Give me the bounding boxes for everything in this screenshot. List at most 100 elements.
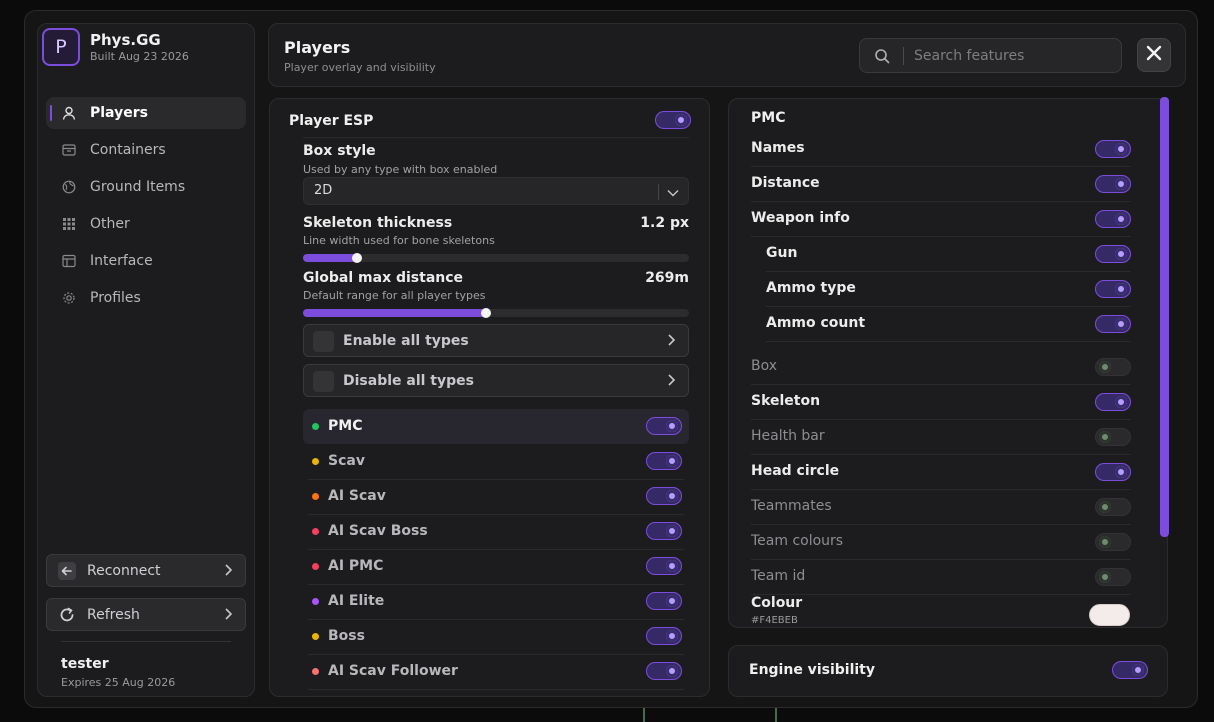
reconnect-button[interactable]: Reconnect: [46, 554, 246, 587]
pmc-option-toggle[interactable]: [1095, 140, 1131, 158]
pmc-scrollbar[interactable]: [1160, 97, 1169, 537]
divider: [751, 384, 1131, 385]
skeleton-thickness-slider[interactable]: [303, 253, 689, 263]
user-icon: [62, 106, 76, 120]
pmc-option-toggle[interactable]: [1095, 245, 1131, 263]
pmc-option-toggle[interactable]: [1095, 568, 1131, 586]
sidebar-item-interface[interactable]: Interface: [46, 245, 246, 277]
pmc-option-label: Health bar: [751, 428, 825, 444]
divider: [308, 689, 684, 690]
pmc-option-label: Names: [751, 140, 805, 156]
divider: [303, 137, 689, 138]
player-type-toggle[interactable]: [646, 662, 682, 680]
button-icon-placeholder: [313, 371, 334, 392]
player-type-label: Boss: [328, 628, 365, 644]
type-color-dot: [312, 458, 319, 465]
pmc-settings-panel: PMC Names Distance Weapon info Gun Ammo type…: [728, 98, 1168, 628]
max-distance-label: Global max distance: [303, 270, 464, 286]
app-name: Phys.GG: [90, 31, 161, 49]
pmc-option-toggle[interactable]: [1095, 358, 1131, 376]
sidebar-item-label: Other: [90, 216, 130, 232]
colour-swatch[interactable]: [1089, 604, 1130, 626]
divider: [751, 559, 1131, 560]
player-type-row[interactable]: AI Scav Follower: [303, 654, 689, 689]
player-type-toggle[interactable]: [646, 627, 682, 645]
search-input[interactable]: [914, 39, 1114, 72]
type-color-dot: [312, 493, 319, 500]
pmc-option-label: Head circle: [751, 463, 840, 479]
divider: [751, 419, 1131, 420]
pmc-option-toggle[interactable]: [1095, 280, 1131, 298]
user-info: tester Expires 25 Aug 2026: [61, 641, 231, 689]
player-type-toggle[interactable]: [646, 487, 682, 505]
pmc-option-toggle[interactable]: [1095, 428, 1131, 446]
background-line: [643, 708, 645, 722]
box-style-select[interactable]: 2D: [303, 177, 689, 205]
player-type-label: Scav: [328, 453, 365, 469]
globe-icon: [62, 180, 76, 194]
engine-visibility-toggle[interactable]: [1112, 661, 1148, 679]
divider: [766, 271, 1131, 272]
sidebar-item-containers[interactable]: Containers: [46, 134, 246, 166]
player-type-label: AI Scav Boss: [328, 523, 428, 539]
sidebar-item-players[interactable]: Players: [46, 97, 246, 129]
sidebar-item-profiles[interactable]: Profiles: [46, 282, 246, 314]
slider-handle[interactable]: [352, 253, 363, 263]
slider-handle[interactable]: [481, 308, 492, 318]
gear-icon: [62, 291, 76, 305]
sidebar: P Phys.GG Built Aug 23 2026 Players Conta…: [37, 23, 255, 697]
player-type-row[interactable]: AI Scav: [303, 479, 689, 514]
divider: [751, 166, 1131, 167]
player-type-toggle[interactable]: [646, 557, 682, 575]
player-type-toggle[interactable]: [646, 452, 682, 470]
max-distance-slider[interactable]: [303, 308, 689, 318]
pmc-option-toggle[interactable]: [1095, 393, 1131, 411]
refresh-button[interactable]: Refresh: [46, 598, 246, 631]
pmc-option-label: Ammo type: [766, 280, 856, 296]
player-type-toggle[interactable]: [646, 417, 682, 435]
close-icon: [1146, 45, 1162, 65]
pmc-option-toggle[interactable]: [1095, 315, 1131, 333]
player-esp-toggle[interactable]: [655, 111, 691, 129]
disable-all-label: Disable all types: [343, 373, 474, 389]
app-logo: P: [42, 28, 80, 66]
button-icon-placeholder: [313, 331, 334, 352]
player-type-row[interactable]: AI Scav Boss: [303, 514, 689, 549]
player-type-row[interactable]: AI Elite: [303, 584, 689, 619]
enable-all-types-button[interactable]: Enable all types: [303, 324, 689, 357]
page-header: Players Player overlay and visibility: [268, 23, 1186, 87]
player-type-toggle[interactable]: [646, 522, 682, 540]
pmc-option-toggle[interactable]: [1095, 498, 1131, 516]
grid-icon: [62, 217, 76, 231]
chevron-right-icon: [666, 373, 676, 391]
search-icon: [874, 48, 890, 68]
pmc-option-toggle[interactable]: [1095, 175, 1131, 193]
pmc-option-toggle[interactable]: [1095, 210, 1131, 228]
divider: [766, 306, 1131, 307]
player-type-toggle[interactable]: [646, 592, 682, 610]
divider: [751, 489, 1131, 490]
page-subtitle: Player overlay and visibility: [284, 61, 436, 74]
divider: [751, 236, 1131, 237]
pmc-option-label: Team colours: [751, 533, 844, 549]
search-box: [859, 38, 1122, 73]
player-type-row[interactable]: Scav: [303, 444, 689, 479]
chevron-right-icon: [223, 607, 233, 625]
player-type-row[interactable]: Boss: [303, 619, 689, 654]
type-color-dot: [312, 668, 319, 675]
player-esp-title: Player ESP: [289, 113, 374, 129]
sidebar-item-label: Containers: [90, 142, 166, 158]
disable-all-types-button[interactable]: Disable all types: [303, 364, 689, 397]
sidebar-item-ground-items[interactable]: Ground Items: [46, 171, 246, 203]
close-button[interactable]: [1137, 38, 1171, 72]
chevron-right-icon: [666, 333, 676, 351]
divider: [751, 201, 1131, 202]
player-type-row[interactable]: AI PMC: [303, 549, 689, 584]
box-style-value: 2D: [314, 183, 333, 198]
box-style-description: Used by any type with box enabled: [303, 163, 498, 176]
pmc-option-toggle[interactable]: [1095, 533, 1131, 551]
pmc-option-toggle[interactable]: [1095, 463, 1131, 481]
sidebar-item-other[interactable]: Other: [46, 208, 246, 240]
player-type-row[interactable]: PMC: [303, 409, 689, 444]
brand: P Phys.GG Built Aug 23 2026: [42, 28, 189, 66]
